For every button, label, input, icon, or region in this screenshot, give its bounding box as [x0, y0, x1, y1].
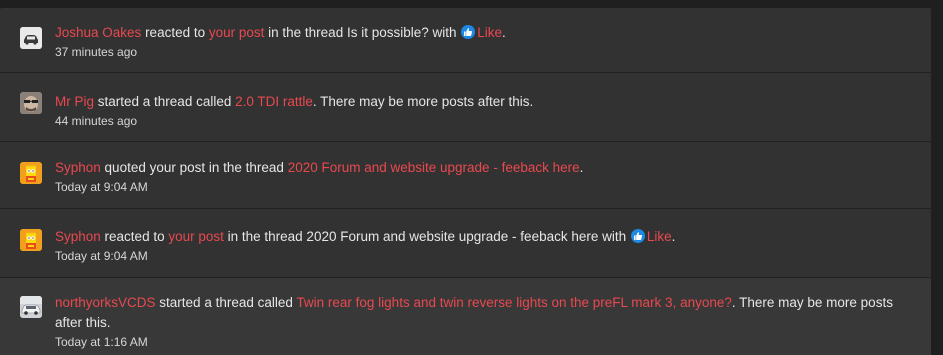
alert-time[interactable]: 44 minutes ago — [55, 113, 919, 129]
alert-text-part: started a thread called — [94, 94, 236, 109]
alert-text-part: . — [502, 25, 506, 40]
bart-icon[interactable] — [20, 162, 42, 184]
bart-icon[interactable] — [20, 229, 42, 251]
alert-text-part: . — [579, 160, 584, 175]
alert-item: Mr Pig started a thread called 2.0 TDI r… — [0, 73, 931, 142]
reaction-link[interactable]: Like — [647, 229, 672, 244]
user-link[interactable]: Joshua Oakes — [55, 25, 141, 40]
alerts-list: Joshua Oakes reacted to your post in the… — [0, 8, 931, 355]
alert-text-part: . There may be more posts after this. — [312, 94, 534, 109]
alert-time[interactable]: Today at 1:16 AM — [55, 334, 919, 350]
face-icon[interactable] — [20, 92, 42, 114]
alert-time[interactable]: Today at 9:04 AM — [55, 179, 919, 195]
alert-content: Syphon reacted to your post in the threa… — [55, 227, 919, 264]
alert-text: Mr Pig started a thread called 2.0 TDI r… — [55, 92, 919, 112]
alert-text-part: quoted your post in the thread — [100, 160, 288, 175]
alert-text: Joshua Oakes reacted to your post in the… — [55, 23, 919, 43]
alert-text: northyorksVCDS started a thread called T… — [55, 293, 919, 333]
alert-content: Syphon quoted your post in the thread 20… — [55, 158, 919, 195]
user-link[interactable]: Syphon — [55, 229, 101, 244]
alert-content: Joshua Oakes reacted to your post in the… — [55, 23, 919, 60]
alert-text-part: in the thread 2020 Forum and website upg… — [223, 229, 630, 244]
car-icon[interactable] — [20, 27, 42, 49]
alert-time[interactable]: Today at 9:04 AM — [55, 248, 919, 264]
alert-time[interactable]: 37 minutes ago — [55, 44, 919, 60]
post-link[interactable]: your post — [209, 25, 265, 40]
alert-item: Joshua Oakes reacted to your post in the… — [0, 8, 931, 73]
user-link[interactable]: northyorksVCDS — [55, 295, 156, 310]
alert-text-part: . — [671, 229, 676, 244]
alert-item: Syphon reacted to your post in the threa… — [0, 209, 931, 278]
like-icon — [630, 229, 645, 243]
alert-text-part: reacted to — [141, 25, 209, 40]
alert-text-part: in the thread Is it possible? with — [264, 25, 461, 40]
alert-content: northyorksVCDS started a thread called T… — [55, 293, 919, 350]
user-link[interactable]: Mr Pig — [55, 94, 94, 109]
alert-item: northyorksVCDS started a thread called T… — [0, 278, 931, 355]
thread-link[interactable]: 2.0 TDI rattle — [235, 94, 313, 109]
reaction-link[interactable]: Like — [477, 25, 502, 40]
alert-text-part: reacted to — [100, 229, 169, 244]
alert-content: Mr Pig started a thread called 2.0 TDI r… — [55, 92, 919, 129]
like-icon — [461, 25, 476, 39]
alert-text: Syphon reacted to your post in the threa… — [55, 227, 919, 247]
alert-text: Syphon quoted your post in the thread 20… — [55, 158, 919, 178]
car-photo-icon[interactable] — [20, 296, 42, 318]
user-link[interactable]: Syphon — [55, 160, 101, 175]
thread-link[interactable]: 2020 Forum and website upgrade - feeback… — [288, 160, 580, 175]
alert-text-part: started a thread called — [155, 295, 297, 310]
thread-link[interactable]: Twin rear fog lights and twin reverse li… — [296, 295, 731, 310]
post-link[interactable]: your post — [168, 229, 224, 244]
alert-item: Syphon quoted your post in the thread 20… — [0, 142, 931, 209]
